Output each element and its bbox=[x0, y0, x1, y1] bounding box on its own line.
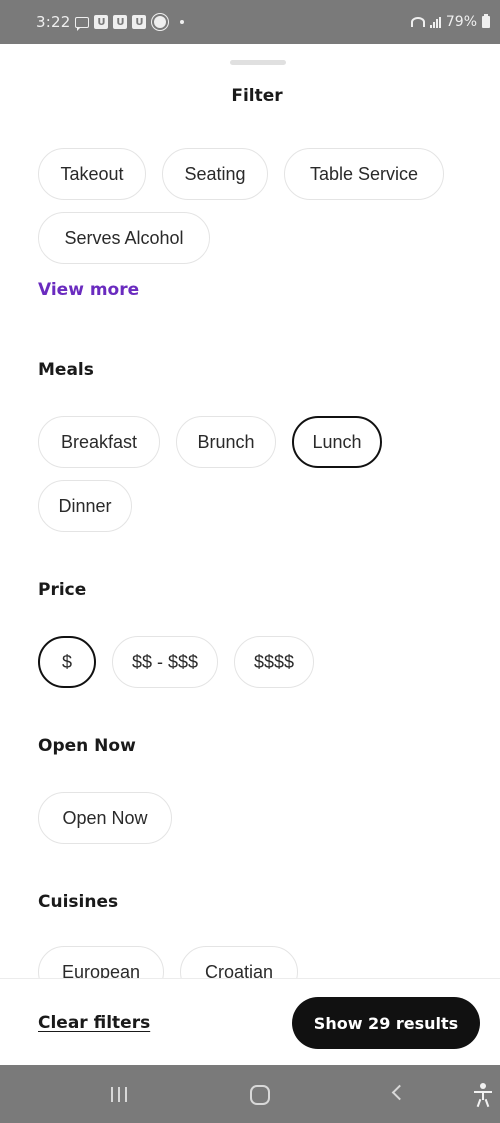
open-now-section-title: Open Now bbox=[38, 736, 136, 756]
clear-filters-link[interactable]: Clear filters bbox=[38, 1013, 150, 1033]
chip-takeout[interactable]: Takeout bbox=[38, 148, 146, 200]
status-time: 3:22 bbox=[36, 13, 71, 31]
battery-icon bbox=[482, 14, 490, 28]
chip-price-1[interactable]: $ bbox=[38, 636, 96, 688]
view-more-link[interactable]: View more bbox=[38, 280, 139, 300]
chip-breakfast[interactable]: Breakfast bbox=[38, 416, 160, 468]
signal-icon bbox=[429, 16, 441, 28]
status-bar: 3:22 U U U 79% bbox=[0, 0, 500, 44]
chip-dinner[interactable]: Dinner bbox=[38, 480, 132, 532]
service-options-row-2: Serves Alcohol bbox=[38, 212, 210, 264]
battery-level: 79% bbox=[445, 14, 477, 30]
chip-open-now[interactable]: Open Now bbox=[38, 792, 172, 844]
status-left: 3:22 U U U bbox=[36, 13, 185, 31]
more-notifications-icon bbox=[180, 20, 185, 24]
filter-action-bar: Clear filters Show 29 results bbox=[0, 978, 500, 1065]
home-icon[interactable] bbox=[250, 1085, 270, 1105]
filter-screen: 3:22 U U U 79% Filter Takeout Seating Ta… bbox=[0, 0, 500, 1123]
meals-row-1: Breakfast Brunch Lunch bbox=[38, 416, 382, 468]
chip-table-service[interactable]: Table Service bbox=[284, 148, 444, 200]
recents-icon[interactable] bbox=[111, 1087, 127, 1102]
meals-row-2: Dinner bbox=[38, 480, 132, 532]
chat-notification-icon bbox=[75, 16, 90, 31]
system-nav-bar bbox=[0, 1065, 500, 1123]
sheet-title: Filter bbox=[231, 86, 283, 106]
accessibility-icon[interactable] bbox=[474, 1083, 492, 1108]
open-now-row: Open Now bbox=[38, 792, 172, 844]
chip-price-2-3[interactable]: $$ - $$$ bbox=[112, 636, 218, 688]
app-notification-icon: U bbox=[94, 15, 109, 29]
meals-section-title: Meals bbox=[38, 360, 94, 380]
cuisines-section-title: Cuisines bbox=[38, 892, 119, 912]
price-row: $ $$ - $$$ $$$$ bbox=[38, 636, 314, 688]
chip-seating[interactable]: Seating bbox=[162, 148, 268, 200]
price-section-title: Price bbox=[38, 580, 87, 600]
app-notification-icon: U bbox=[132, 15, 147, 29]
show-results-button[interactable]: Show 29 results bbox=[292, 997, 480, 1049]
chip-brunch[interactable]: Brunch bbox=[176, 416, 276, 468]
wifi-icon bbox=[410, 17, 425, 27]
sheet-drag-handle[interactable] bbox=[230, 60, 286, 65]
chip-lunch[interactable]: Lunch bbox=[292, 416, 382, 468]
settings-notification-icon bbox=[154, 16, 167, 28]
service-options-row-1: Takeout Seating Table Service bbox=[38, 148, 444, 200]
back-icon[interactable] bbox=[391, 1084, 408, 1101]
status-right: 79% bbox=[410, 14, 490, 30]
chip-price-4[interactable]: $$$$ bbox=[234, 636, 314, 688]
app-notification-icon: U bbox=[113, 15, 128, 29]
chip-serves-alcohol[interactable]: Serves Alcohol bbox=[38, 212, 210, 264]
